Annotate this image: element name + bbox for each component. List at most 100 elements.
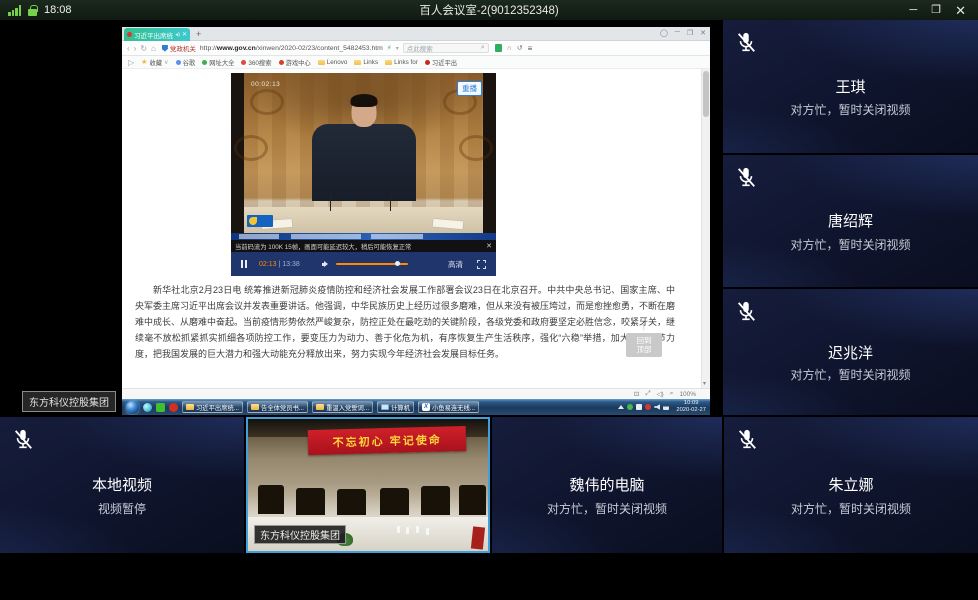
minimize-button[interactable]: ─ <box>909 5 917 16</box>
capture-icon[interactable]: ⊡ <box>634 390 639 398</box>
menu-icon[interactable] <box>528 44 533 53</box>
tray-flag-icon[interactable] <box>636 404 642 410</box>
back-icon[interactable]: ‹ <box>127 44 130 53</box>
bookmark-favorites[interactable]: ★收藏∨ <box>141 58 168 67</box>
headset-icon[interactable] <box>507 45 512 52</box>
participant-name: 迟兆洋 <box>723 342 978 363</box>
zoom-search-icon[interactable]: ⌕ <box>670 390 674 398</box>
home-icon[interactable]: ⌂ <box>151 44 156 53</box>
mute-page-icon[interactable]: ◁) <box>657 390 664 398</box>
participant-status: 对方忙，暂时关闭视频 <box>723 101 978 118</box>
participant-tile[interactable]: 王琪 对方忙，暂时关闭视频 <box>723 20 978 153</box>
forward-icon[interactable]: › <box>134 44 137 53</box>
toast-close-icon[interactable]: ✕ <box>486 242 492 250</box>
browser-user-icon[interactable]: ◯ <box>660 29 668 37</box>
search-icon[interactable] <box>481 44 485 52</box>
participant-name: 魏伟的电脑 <box>492 474 722 495</box>
search360-icon <box>241 60 246 65</box>
page-scrollbar[interactable]: ▾ <box>701 69 710 388</box>
local-video-tile[interactable]: 本地视频 视频暂停 <box>0 417 244 553</box>
taskbar-window-button[interactable]: 重温入党誓词... <box>312 401 373 413</box>
participant-tile[interactable]: 唐绍辉 对方忙，暂时关闭视频 <box>723 155 978 287</box>
shared-desktop: 习近平出席统筹推进新冠肺 + ◯ ─ ❐ ✕ ‹ › ↻ ⌂ 党政机关 h <box>122 27 710 415</box>
mic-muted-icon <box>735 31 757 55</box>
xylink-icon: X <box>422 403 430 411</box>
taskbar-xylink-button[interactable]: X小鱼易连无线... <box>418 401 479 413</box>
bookmark-item[interactable]: 360搜索 <box>241 58 271 67</box>
maximize-button[interactable]: ❐ <box>931 5 941 16</box>
speed-bolt-icon[interactable] <box>387 44 392 52</box>
browser-minimize-button[interactable]: ─ <box>675 29 680 37</box>
active-speaker-video-tile[interactable]: 不忘初心 牢记使命 东方科仪控股集团 <box>246 417 490 553</box>
participant-tile[interactable]: 魏伟的电脑 对方忙，暂时关闭视频 <box>492 417 722 553</box>
close-button[interactable]: ✕ <box>955 4 966 17</box>
tray-volume-icon[interactable] <box>654 404 660 410</box>
scroll-down-icon[interactable]: ▾ <box>703 380 706 387</box>
participant-tile[interactable]: 迟兆洋 对方忙，暂时关闭视频 <box>723 289 978 415</box>
bookmark-folder[interactable]: Lenovo <box>318 59 348 66</box>
bookmark-item[interactable]: 习近平出 <box>425 58 457 67</box>
bookmark-folder[interactable]: Links <box>354 59 378 66</box>
resize-icon[interactable]: ⤢ <box>645 390 650 398</box>
tab-favicon <box>127 32 132 37</box>
bookmark-folder[interactable]: Links for <box>385 59 418 66</box>
mic-muted-icon <box>735 300 757 324</box>
volume-slider[interactable] <box>336 263 408 265</box>
bookmark-item[interactable]: 网址大全 <box>202 58 234 67</box>
browser-active-tab[interactable]: 习近平出席统筹推进新冠肺 <box>124 28 190 41</box>
new-tab-button[interactable]: + <box>196 29 201 39</box>
tray-expand-icon[interactable] <box>618 405 624 409</box>
red-object <box>471 526 485 549</box>
tray-network-icon[interactable] <box>663 404 669 410</box>
red-banner: 不忘初心 牢记使命 <box>308 426 467 455</box>
url-field[interactable]: http://www.gov.cn/xinwen/2020-02/23/cont… <box>200 45 383 52</box>
gov-verified-badge: 党政机关 <box>162 43 196 53</box>
screen-share-stage[interactable]: 习近平出席统筹推进新冠肺 + ◯ ─ ❐ ✕ ‹ › ↻ ⌂ 党政机关 h <box>0 20 722 415</box>
taskbar-clock[interactable]: 10:09 2020-02-27 <box>676 400 706 414</box>
url-dropdown-icon[interactable] <box>396 45 399 52</box>
bookmark-item[interactable]: 谷歌 <box>176 58 196 67</box>
zoom-level[interactable]: 100% <box>679 391 696 398</box>
taskbar-computer-button[interactable]: 计算机 <box>377 401 414 413</box>
back-to-top-widget[interactable]: ↑ 回到 顶部 <box>626 321 662 357</box>
participant-tile[interactable]: 朱立娜 对方忙，暂时关闭视频 <box>724 417 978 553</box>
browser-close-button[interactable]: ✕ <box>700 29 706 37</box>
browser-status-bar: ⊡ ⤢ ◁) ⌕ 100% <box>122 388 710 399</box>
meeting-title: 百人会议室-2(9012352348) <box>0 2 978 18</box>
webpage-content: 00:02:13 重播 当前码流为 100K 15帧，画面可能延迟较大，稍后可能… <box>122 69 710 388</box>
volume-icon[interactable] <box>322 260 330 268</box>
windows-taskbar: 习近平出席统... 告全体党员书... 重温入党誓词... 计算机 X小鱼易连无… <box>122 399 710 415</box>
folder-icon <box>318 60 325 65</box>
pinned-app-icon[interactable] <box>156 403 165 412</box>
up-arrow-icon: ↑ <box>626 321 662 331</box>
pinned-browser-icon[interactable] <box>143 403 152 412</box>
tray-red-icon[interactable] <box>645 404 651 410</box>
window-icon <box>251 404 259 410</box>
quality-button[interactable]: 高清 <box>448 259 463 270</box>
participant-status: 对方忙，暂时关闭视频 <box>724 500 978 517</box>
tray-green-icon[interactable] <box>627 404 633 410</box>
taskbar-window-button[interactable]: 告全体党员书... <box>247 401 308 413</box>
folder-icon <box>354 60 361 65</box>
taskbar-window-button[interactable]: 习近平出席统... <box>182 401 243 413</box>
participant-status: 对方忙，暂时关闭视频 <box>492 500 722 517</box>
bookmark-item[interactable]: 游戏中心 <box>279 58 311 67</box>
speaker-figure <box>304 97 424 201</box>
fullscreen-icon[interactable] <box>477 260 486 269</box>
participant-name: 朱立娜 <box>724 474 978 495</box>
pause-button[interactable] <box>241 260 247 268</box>
history-icon[interactable] <box>517 44 523 52</box>
browser-maximize-button[interactable]: ❐ <box>687 29 693 37</box>
video-frame: 00:02:13 重播 <box>231 73 496 233</box>
video-time: 02:13 | 13:38 <box>259 261 300 268</box>
search-input[interactable]: 点此搜索 <box>403 43 489 53</box>
pinned-music-icon[interactable] <box>169 403 178 412</box>
tab-close-icon[interactable] <box>182 31 187 38</box>
safe-icon[interactable] <box>495 44 502 52</box>
scrollbar-thumb[interactable] <box>703 71 709 117</box>
refresh-icon[interactable]: ↻ <box>140 44 147 53</box>
video-player[interactable]: 00:02:13 重播 当前码流为 100K 15帧，画面可能延迟较大，稍后可能… <box>231 73 496 276</box>
bookmarks-expand-icon[interactable]: ▷ <box>128 58 134 67</box>
start-button[interactable] <box>126 401 139 414</box>
bookmarks-bar: ▷ ★收藏∨ 谷歌 网址大全 360搜索 游戏中心 Lenovo Links L… <box>122 56 710 69</box>
